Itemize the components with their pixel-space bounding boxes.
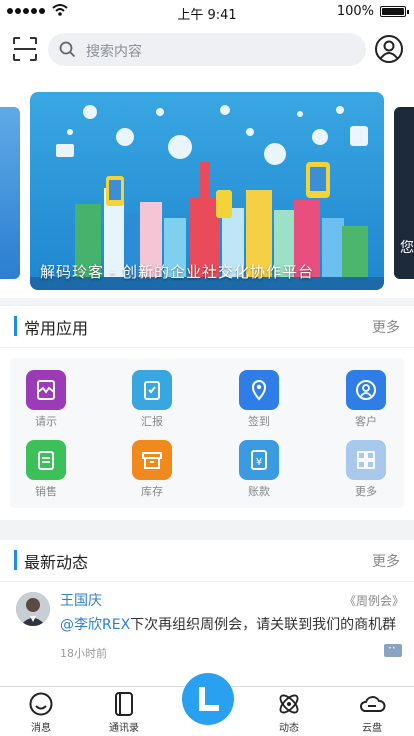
app-customer[interactable]: 客户 [336,370,396,430]
app-label: 请示 [35,415,57,428]
app-label: 销售 [35,485,57,498]
news-mention[interactable]: @李欣REX [60,617,130,633]
app-label: 签到 [248,415,270,428]
latest-news-section: 最新动态 更多 王国庆 《周例会》 @李欣REX下次再组织周例会，请关联到我们的… [0,540,414,686]
user-profile-icon[interactable] [374,34,404,64]
app-more[interactable]: 更多 [336,440,396,500]
tab-label: 动态 [279,723,299,734]
section-accent-bar [14,316,17,336]
latest-news-header: 最新动态 更多 [0,540,414,582]
banner-next-text: 您 [400,240,414,256]
svg-text:¥: ¥ [256,457,262,468]
news-content: @李欣REX下次再组织周例会，请关联到我们的商机群 [60,614,412,634]
home-center-button[interactable] [178,669,238,729]
status-bar: 上午 9:41 100% [0,0,414,23]
grid-icon [346,440,386,480]
app-label: 库存 [141,485,163,498]
banner-next-slide[interactable]: 您 [394,107,414,279]
common-apps-section: 常用应用 更多 请示 汇报 签到 客户 销售 库存 ¥ 账款 更多 [0,306,414,520]
search-input[interactable]: 搜索内容 [48,33,366,66]
tab-label: 消息 [31,723,51,734]
app-checkin[interactable]: 签到 [229,370,289,430]
location-icon [239,370,279,410]
banner-slide[interactable]: 解码玲客 - 创新的企业社交化协作平台 [30,92,384,290]
app-label: 汇报 [141,415,163,428]
battery-icon [380,6,409,17]
common-apps-header: 常用应用 更多 [0,306,414,348]
report-icon [132,370,172,410]
app-label: 更多 [355,485,377,498]
search-placeholder: 搜索内容 [86,44,142,60]
search-icon [59,41,76,58]
common-apps-title: 常用应用 [24,319,89,338]
news-item[interactable]: 王国庆 《周例会》 @李欣REX下次再组织周例会，请关联到我们的商机群 18小时… [0,582,414,686]
contacts-icon [115,692,133,716]
app-label: 客户 [355,415,377,428]
cloud-icon [359,696,386,712]
latest-news-title: 最新动态 [24,553,89,572]
app-report[interactable]: 汇报 [122,370,182,430]
app-request[interactable]: 请示 [16,370,76,430]
scan-icon[interactable] [12,36,38,62]
tab-activity[interactable]: 动态 [254,687,324,736]
app-inventory[interactable]: 库存 [122,440,182,500]
app-sales[interactable]: 销售 [16,440,76,500]
payment-icon: ¥ [239,440,279,480]
bottom-tab-bar: 消息 通讯录 动态 云盘 [0,669,414,736]
banner-prev-slide[interactable] [0,107,20,279]
tab-label: 云盘 [362,723,382,734]
news-author[interactable]: 王国庆 [60,590,102,610]
banner-caption: 解码玲客 - 创新的企业社交化协作平台 [40,263,314,281]
customer-icon [346,370,386,410]
avatar[interactable] [16,592,50,626]
banner-carousel[interactable]: 解码玲客 - 创新的企业社交化协作平台 您 [0,80,414,298]
home-logo-icon [199,687,219,711]
common-apps-more-link[interactable]: 更多 [372,317,400,337]
inventory-icon [132,440,172,480]
news-group-tag[interactable]: 《周例会》 [344,592,404,609]
battery-percent: 100% [336,4,374,19]
news-time: 18小时前 [60,647,107,660]
sales-icon [26,440,66,480]
activity-icon [279,694,299,714]
apps-grid: 请示 汇报 签到 客户 销售 库存 ¥ 账款 更多 [10,358,404,508]
tab-contacts[interactable]: 通讯录 [89,687,159,736]
app-label: 账款 [248,485,270,498]
comment-icon[interactable] [384,641,402,657]
tab-cloud[interactable]: 云盘 [337,687,407,736]
section-accent-bar [14,550,17,570]
tab-label: 通讯录 [109,723,139,734]
latest-news-more-link[interactable]: 更多 [372,551,400,571]
tab-messages[interactable]: 消息 [6,687,76,736]
app-payment[interactable]: ¥ 账款 [229,440,289,500]
request-icon [26,370,66,410]
message-icon [29,692,53,716]
top-bar: 搜索内容 [0,22,414,80]
news-text: 下次再组织周例会，请关联到我们的商机群 [130,617,397,633]
